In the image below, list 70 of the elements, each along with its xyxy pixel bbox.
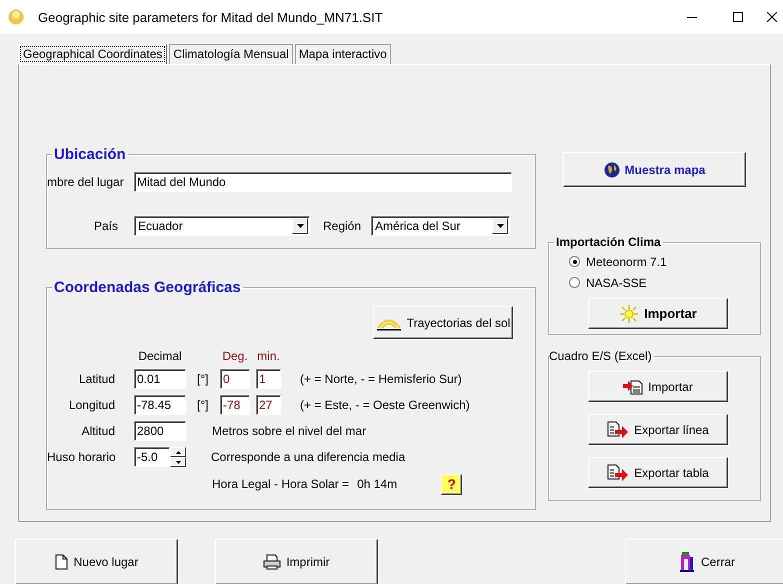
dropdown-button[interactable] [492, 218, 508, 234]
input-field[interactable]: 0.01 [134, 369, 186, 389]
export-button[interactable]: Exportar tabla [588, 457, 728, 488]
field-label: Altitud [80, 424, 115, 438]
hint-text: (+ = Norte, - = Hemisferio Sur) [300, 372, 462, 386]
dropdown[interactable]: América del Sur [371, 216, 510, 236]
sun-paths-button[interactable]: Trayectorias del sol [373, 306, 513, 339]
group-title: Coordenadas Geográficas [53, 279, 242, 296]
group-title: Importación Clima [555, 235, 662, 249]
document-icon [54, 554, 69, 570]
tab[interactable]: Mapa interactivo [294, 44, 391, 64]
down-arrow-icon [176, 460, 180, 464]
value-text: 0h 14m [357, 477, 398, 491]
radio-button[interactable] [569, 256, 580, 267]
field-label: Latitud [78, 372, 115, 386]
spin-up-button[interactable] [170, 447, 186, 457]
sun-icon [619, 304, 640, 322]
radio-button[interactable] [569, 277, 580, 288]
help-button[interactable]: ? [441, 474, 462, 494]
print-button[interactable]: Imprimir [215, 539, 378, 584]
radio-label: NASA-SSE [586, 276, 647, 290]
show-map-button[interactable]: Muestra mapa [563, 152, 746, 187]
input-field[interactable]: -5.0 [134, 447, 170, 467]
input-field[interactable]: Mitad del Mundo [134, 172, 512, 192]
sun-icon [8, 9, 24, 25]
field-label: País [92, 219, 118, 233]
hint-text: Metros sobre el nivel del mar [212, 424, 366, 438]
new-site-button[interactable]: Nuevo lugar [15, 539, 178, 584]
input-field[interactable]: -78.45 [134, 395, 186, 415]
globe-icon [604, 162, 620, 178]
column-header: min. [256, 349, 281, 363]
field-label: Hora Legal - Hora Solar = [212, 477, 350, 491]
field-label: Huso horario [47, 450, 115, 464]
import-button[interactable]: Importar [588, 371, 728, 402]
field-label: Longitud [68, 398, 115, 412]
exit-icon [678, 551, 696, 573]
window-title: Geographic site parameters for Mitad del Mundo_MN71.SIT [38, 10, 383, 24]
column-header: Deg. [221, 349, 249, 363]
group-title: Cuadro E/S (Excel) [549, 349, 653, 363]
unit-label: [°] [197, 398, 210, 412]
spin-down-button[interactable] [170, 457, 186, 467]
unit-label: [°] [197, 372, 210, 386]
tab[interactable]: Climatología Mensual [169, 44, 293, 64]
caret-icon [296, 224, 304, 228]
printer-icon [263, 554, 282, 570]
field-label: Región [323, 219, 362, 233]
close-icon [767, 12, 777, 22]
export-button[interactable]: Exportar línea [588, 414, 728, 445]
radio-label: Meteonorm 7.1 [586, 254, 667, 268]
dropdown-button[interactable] [292, 218, 308, 234]
import-button[interactable]: Importar [588, 298, 728, 329]
group-title: Ubicación [53, 146, 127, 163]
maximize-icon [733, 12, 743, 22]
export-icon [607, 464, 630, 482]
hint-text: (+ = Este, - = Oeste Greenwich) [300, 398, 470, 412]
input-field[interactable]: 2800 [134, 421, 186, 441]
field-label: mbre del lugar [47, 175, 125, 189]
up-arrow-icon [176, 450, 180, 454]
column-header: Decimal [137, 349, 183, 363]
dropdown[interactable]: Ecuador [134, 216, 310, 236]
export-icon [607, 420, 630, 438]
hint-text: Corresponde a una diferencia media [211, 450, 406, 464]
input-field[interactable]: 27 [256, 395, 281, 415]
caret-icon [496, 224, 504, 228]
tab[interactable]: Geographical Coordinates [18, 44, 168, 64]
close-dialog-button[interactable]: Cerrar [625, 539, 783, 584]
import-icon [623, 378, 644, 394]
input-field[interactable]: 1 [256, 369, 281, 389]
input-field[interactable]: 0 [220, 369, 250, 389]
input-field[interactable]: -78 [220, 395, 250, 415]
